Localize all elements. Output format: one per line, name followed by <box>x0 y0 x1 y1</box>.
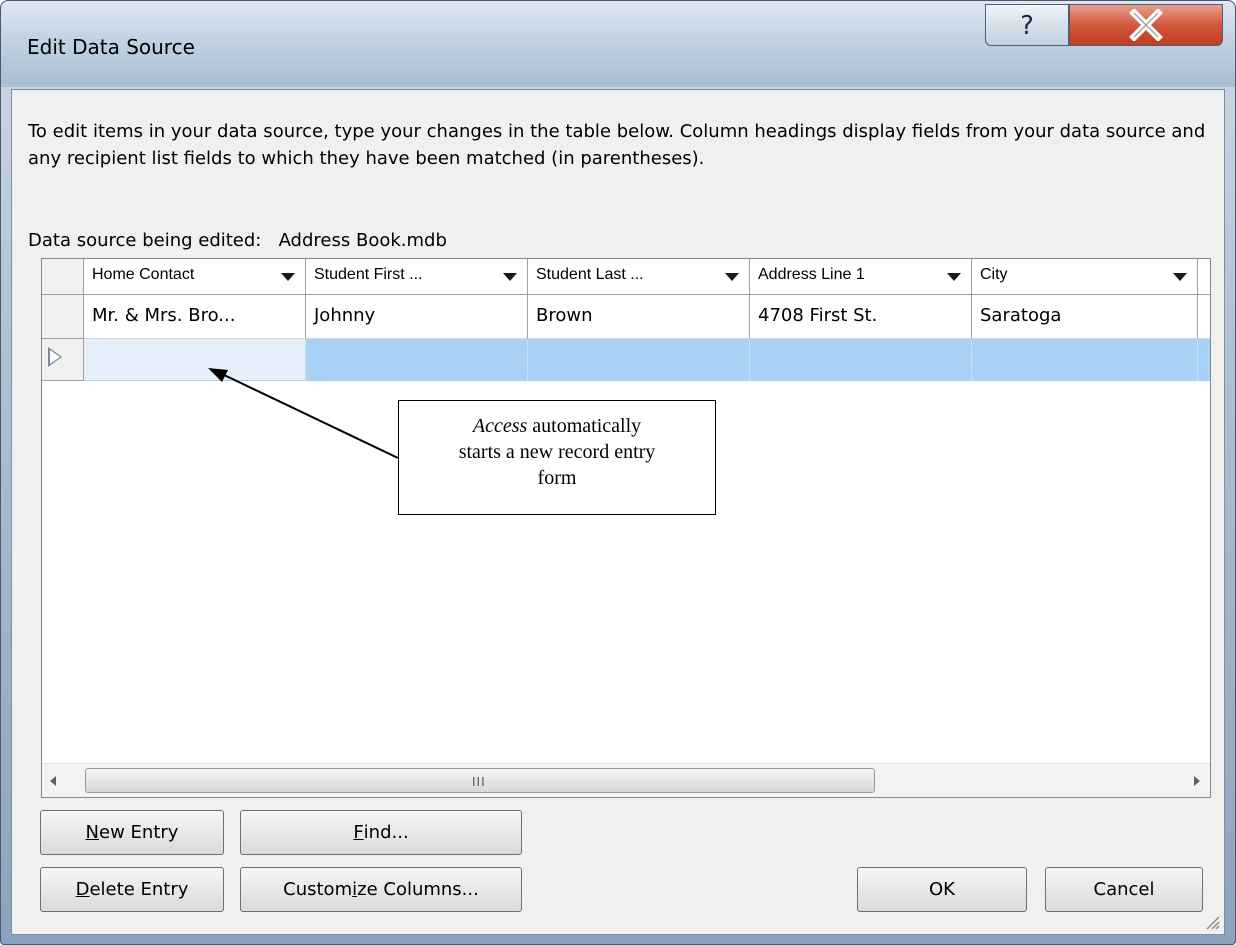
button-label: elete Entry <box>89 879 189 900</box>
callout-line2: starts a new record entry <box>458 441 656 463</box>
accel-key: D <box>75 879 90 900</box>
button-label: ze Columns... <box>357 879 479 900</box>
edit-data-source-dialog: Edit Data Source ? To edit items in your… <box>0 0 1236 945</box>
close-button[interactable] <box>1069 4 1223 46</box>
find-button[interactable]: Find... <box>240 810 522 855</box>
title-bar[interactable]: Edit Data Source ? <box>1 1 1235 87</box>
accel-key: F <box>353 822 364 843</box>
button-label: ind... <box>363 822 409 843</box>
close-icon <box>1129 9 1163 41</box>
ok-button[interactable]: OK <box>857 867 1027 912</box>
callout-line1-rest: automatically <box>527 415 642 437</box>
button-label: OK <box>929 879 955 900</box>
button-label-pre: Custom <box>283 879 353 900</box>
button-label: Cancel <box>1093 879 1155 900</box>
button-label: ew Entry <box>99 822 179 843</box>
resize-grip-icon[interactable] <box>1204 914 1220 930</box>
delete-entry-button[interactable]: Delete Entry <box>40 867 224 912</box>
callout-box: Access automatically starts a new record… <box>398 400 716 515</box>
help-icon: ? <box>1020 11 1034 40</box>
new-entry-button[interactable]: New Entry <box>40 810 224 855</box>
callout-italic-word: Access <box>472 415 528 437</box>
cancel-button[interactable]: Cancel <box>1045 867 1203 912</box>
svg-text:?: ? <box>1020 11 1034 40</box>
customize-columns-button[interactable]: Custom i ze Columns... <box>240 867 522 912</box>
help-button[interactable]: ? <box>985 4 1069 46</box>
accel-key: N <box>85 822 100 843</box>
dialog-body: To edit items in your data source, type … <box>11 89 1225 935</box>
callout-line3: form <box>537 467 577 489</box>
dialog-title: Edit Data Source <box>27 35 195 59</box>
